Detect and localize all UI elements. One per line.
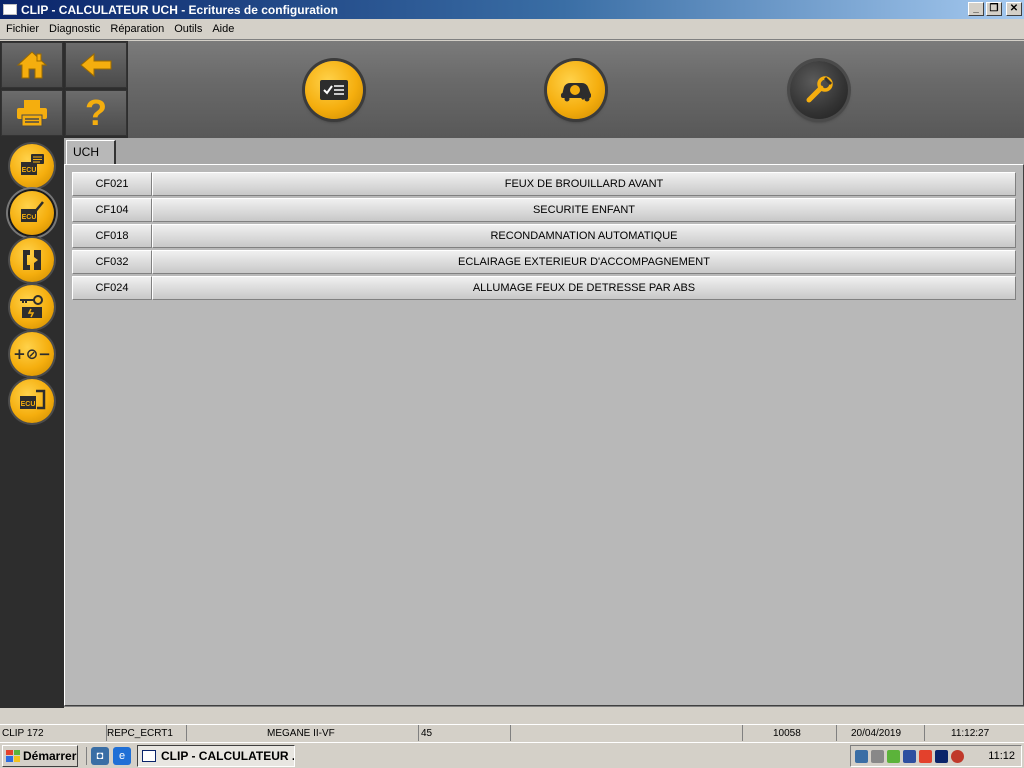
ecu-label: ECU [22, 214, 37, 221]
ecu-document-icon: ECU [20, 389, 46, 410]
config-label[interactable]: ECLAIRAGE EXTERIEUR D'ACCOMPAGNEMENT [152, 250, 1016, 274]
print-button[interactable] [1, 90, 63, 136]
menu-outils[interactable]: Outils [169, 23, 207, 35]
config-code[interactable]: CF021 [72, 172, 152, 196]
status-number: 10058 [743, 725, 837, 741]
bracket-icon [23, 250, 41, 270]
close-button[interactable]: ✕ [1006, 2, 1022, 16]
back-button[interactable] [65, 42, 127, 88]
config-label[interactable]: RECONDAMNATION AUTOMATIQUE [152, 224, 1016, 248]
status-code: 45 [419, 725, 511, 741]
table-row[interactable]: CF021 FEUX DE BROUILLARD AVANT [72, 172, 1016, 196]
key-engine-icon [20, 295, 43, 318]
help-icon: ? [85, 92, 107, 133]
sidebar-bracket[interactable] [10, 238, 54, 282]
network-icon[interactable] [855, 749, 868, 763]
config-label[interactable]: SECURITE ENFANT [152, 198, 1016, 222]
ecu-label: ECU [22, 167, 37, 174]
ecu-write-icon: ECU [21, 201, 44, 222]
internet-explorer-icon[interactable]: e [113, 746, 131, 765]
checklist-button[interactable] [305, 61, 363, 119]
taskbar-clip-window[interactable]: CLIP - CALCULATEUR ... [137, 744, 295, 767]
maximize-button[interactable]: ❐ [986, 2, 1002, 16]
config-code[interactable]: CF104 [72, 198, 152, 222]
status-time: 11:12:27 [951, 727, 990, 739]
car-diagnostic-button[interactable] [547, 61, 605, 119]
menu-aide[interactable]: Aide [207, 23, 239, 35]
show-desktop-icon[interactable]: ◘ [91, 746, 109, 765]
config-code[interactable]: CF018 [72, 224, 152, 248]
config-code[interactable]: CF024 [72, 276, 152, 300]
sidebar-ecu-write[interactable]: ECU [10, 191, 54, 235]
quick-launch: ◘ e [86, 746, 131, 765]
app-window-icon [3, 4, 17, 15]
car-diagnostic-icon [561, 83, 591, 102]
task-label: CLIP - CALCULATEUR ... [161, 748, 295, 763]
home-button[interactable] [1, 42, 63, 88]
sidebar-ecu-document[interactable]: ECU [10, 379, 54, 423]
sidebar-ecu-info[interactable]: ECU [10, 144, 54, 188]
status-date: 20/04/2019 [837, 725, 925, 741]
alert-icon[interactable] [919, 749, 932, 763]
table-row[interactable]: CF024 ALLUMAGE FEUX DE DETRESSE PAR ABS [72, 276, 1016, 300]
sidebar-plus-minus[interactable]: +⊘− [10, 332, 54, 376]
window-icon [142, 749, 156, 762]
plus-minus-icon: +⊘− [13, 344, 51, 363]
table-row[interactable]: CF032 ECLAIRAGE EXTERIEUR D'ACCOMPAGNEME… [72, 250, 1016, 274]
windows-logo-icon [6, 749, 20, 762]
sidebar: ECU ECU +⊘− ECU [0, 138, 64, 708]
status-device: CLIP 172 [0, 725, 107, 741]
ecu-info-icon: ECU [21, 154, 44, 175]
security-shield-icon[interactable] [951, 749, 964, 763]
tab-strip: UCH [64, 138, 1024, 165]
table-row[interactable]: CF104 SECURITE ENFANT [72, 198, 1016, 222]
status-screen: REPC_ECRT1 [107, 725, 187, 741]
wrench-icon [806, 76, 833, 103]
wrench-button[interactable] [790, 61, 848, 119]
title-bar: CLIP - CALCULATEUR UCH - Ecritures de co… [0, 0, 1024, 19]
start-button[interactable]: Démarrer [2, 744, 78, 767]
printer-icon [17, 100, 47, 127]
menu-fichier[interactable]: Fichier [1, 23, 44, 35]
status-empty [511, 725, 743, 741]
help-button[interactable]: ? [65, 90, 127, 136]
window-controls: _ ❐ ✕ [968, 2, 1022, 16]
separator [64, 706, 1024, 724]
ecu-label: ECU [21, 401, 36, 408]
system-tray: 11:12 [850, 745, 1022, 767]
config-code[interactable]: CF032 [72, 250, 152, 274]
back-arrow-icon [80, 52, 112, 78]
status-vehicle: MEGANE II-VF [187, 725, 419, 741]
menu-reparation[interactable]: Réparation [105, 23, 169, 35]
sidebar-key-engine[interactable] [10, 285, 54, 329]
main-panel: UCH CF021 FEUX DE BROUILLARD AVANT CF104… [64, 138, 1024, 706]
configuration-list: CF021 FEUX DE BROUILLARD AVANT CF104 SEC… [64, 164, 1024, 706]
window-title: CLIP - CALCULATEUR UCH - Ecritures de co… [21, 2, 338, 17]
start-label: Démarrer [23, 748, 77, 763]
status-bar: CLIP 172 REPC_ECRT1 MEGANE II-VF 45 1005… [0, 724, 1024, 741]
connection-icon[interactable] [935, 749, 948, 763]
menu-bar: Fichier Diagnostic Réparation Outils Aid… [0, 19, 1024, 40]
device-icon[interactable] [903, 749, 916, 763]
menu-diagnostic[interactable]: Diagnostic [44, 23, 105, 35]
home-icon [16, 51, 48, 79]
table-row[interactable]: CF018 RECONDAMNATION AUTOMATIQUE [72, 224, 1016, 248]
config-label[interactable]: FEUX DE BROUILLARD AVANT [152, 172, 1016, 196]
minimize-button[interactable]: _ [968, 2, 984, 16]
safely-remove-icon[interactable] [887, 749, 900, 763]
tools-icon[interactable] [871, 749, 884, 763]
config-label[interactable]: ALLUMAGE FEUX DE DETRESSE PAR ABS [152, 276, 1016, 300]
toolbar: ? [0, 41, 1024, 138]
taskbar: Démarrer ◘ e CLIP - CALCULATEUR ... 11:1… [0, 742, 1024, 768]
clock: 11:12 [988, 750, 1015, 762]
checklist-icon [320, 80, 348, 100]
tab-uch[interactable]: UCH [66, 140, 116, 165]
